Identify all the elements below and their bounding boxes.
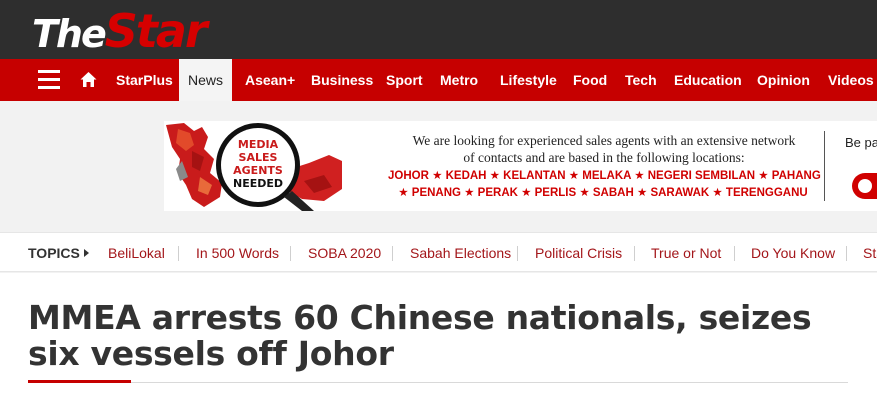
ad-locations-line-1: JOHOR ★ KEDAH ★ KELANTAN ★ MELAKA ★ NEGE… xyxy=(388,170,821,182)
topic-do-you-know[interactable]: Do You Know xyxy=(751,233,835,273)
ad-text-line-2: of contacts and are based in the followi… xyxy=(463,150,745,165)
ad-divider xyxy=(824,131,825,201)
headline-accent-bar xyxy=(28,380,131,383)
badge-agents: AGENTS xyxy=(233,164,283,177)
ad-locations-line-2: ★ PENANG ★ PERAK ★ PERLIS ★ SABAH ★ SARA… xyxy=(398,187,808,199)
topic-more[interactable]: Sta xyxy=(863,233,877,273)
ad-banner[interactable]: MEDIA SALES AGENTS NEEDED We are looking… xyxy=(164,121,877,211)
nav-item-videos[interactable]: Videos xyxy=(828,59,874,101)
topic-belilokal[interactable]: BeliLokal xyxy=(108,233,165,273)
badge-sales: SALES xyxy=(239,151,278,164)
topic-sabah-elections[interactable]: Sabah Elections xyxy=(410,233,511,273)
topic-divider xyxy=(392,246,393,261)
nav-item-starplus[interactable]: StarPlus xyxy=(116,59,173,101)
nav-item-news[interactable]: News xyxy=(179,59,233,101)
main-nav: StarPlus News Asean+ Business Sport Metr… xyxy=(0,59,877,101)
nav-item-lifestyle[interactable]: Lifestyle xyxy=(500,59,557,101)
nav-item-metro[interactable]: Metro xyxy=(440,59,478,101)
article-headline: MMEA arrests 60 Chinese nationals, seize… xyxy=(28,298,812,373)
badge-media: MEDIA xyxy=(238,138,279,151)
ad-text-line-1: We are looking for experienced sales age… xyxy=(412,133,796,148)
topic-in-500-words[interactable]: In 500 Words xyxy=(196,233,279,273)
nav-item-opinion[interactable]: Opinion xyxy=(757,59,810,101)
site-logo[interactable]: TheStar xyxy=(32,4,208,58)
ad-side-text: Be pa xyxy=(845,135,877,150)
hamburger-icon[interactable] xyxy=(38,70,60,89)
nav-item-asean[interactable]: Asean+ xyxy=(245,59,295,101)
topics-bar: TOPICS BeliLokal In 500 Words SOBA 2020 … xyxy=(0,232,877,272)
logo-the: The xyxy=(32,12,107,56)
badge-needed: NEEDED xyxy=(233,177,283,190)
nav-item-sport[interactable]: Sport xyxy=(386,59,423,101)
nav-item-education[interactable]: Education xyxy=(674,59,742,101)
brand-bar: TheStar xyxy=(0,0,877,59)
topic-divider xyxy=(290,246,291,261)
malaysia-map-graphic: MEDIA SALES AGENTS NEEDED xyxy=(164,121,344,211)
nav-item-food[interactable]: Food xyxy=(573,59,607,101)
triangle-right-icon xyxy=(83,249,89,257)
topic-true-or-not[interactable]: True or Not xyxy=(651,233,721,273)
topic-political-crisis[interactable]: Political Crisis xyxy=(535,233,622,273)
topics-label[interactable]: TOPICS xyxy=(28,233,89,273)
nav-item-business[interactable]: Business xyxy=(311,59,373,101)
headline-divider xyxy=(28,382,848,383)
logo-star: Star xyxy=(104,4,208,58)
topic-divider xyxy=(178,246,179,261)
topic-soba-2020[interactable]: SOBA 2020 xyxy=(308,233,381,273)
article-header: MMEA arrests 60 Chinese nationals, seize… xyxy=(0,273,877,402)
topic-divider xyxy=(846,246,847,261)
ad-toggle-button[interactable] xyxy=(852,173,877,199)
topic-divider xyxy=(517,246,518,261)
topic-divider xyxy=(634,246,635,261)
nav-item-tech[interactable]: Tech xyxy=(625,59,657,101)
topic-divider xyxy=(734,246,735,261)
home-icon[interactable] xyxy=(80,71,97,88)
topics-label-text: TOPICS xyxy=(28,245,80,261)
